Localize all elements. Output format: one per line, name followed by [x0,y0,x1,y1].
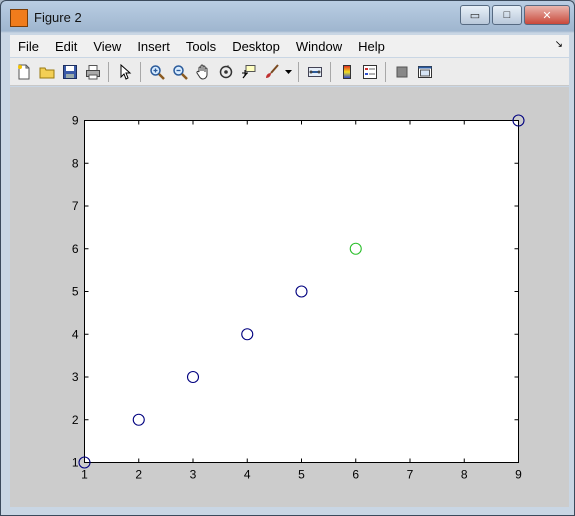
window-title: Figure 2 [34,10,82,25]
menu-window[interactable]: Window [288,39,350,54]
x-tick-label: 1 [81,468,88,482]
print-icon[interactable] [83,62,103,82]
save-icon[interactable] [60,62,80,82]
toolbar-separator [298,61,299,82]
x-tick-label: 2 [135,468,142,482]
new-figure-icon[interactable] [14,62,34,82]
toolbar-separator [330,61,331,82]
dock-arrow-icon[interactable]: ↘ [555,39,563,50]
zoom-in-icon[interactable] [147,62,167,82]
x-tick-label: 5 [298,468,305,482]
zoom-out-icon[interactable] [170,62,190,82]
menu-bar: File Edit View Insert Tools Desktop Wind… [10,35,569,57]
y-tick-label: 9 [72,114,79,128]
figure-window: Figure 2 ▭ □ ✕ File Edit View Insert Too… [0,0,575,516]
y-tick-label: 5 [72,285,79,299]
x-tick-label: 3 [190,468,197,482]
y-tick-label: 6 [72,242,79,256]
menu-insert[interactable]: Insert [129,39,178,54]
menu-desktop[interactable]: Desktop [224,39,288,54]
y-tick-label: 3 [72,370,79,384]
show-plot-tools-icon[interactable] [415,62,435,82]
y-tick-label: 2 [72,413,79,427]
close-button[interactable]: ✕ [524,5,570,25]
rotate-3d-icon[interactable] [216,62,236,82]
window-controls: ▭ □ ✕ [460,5,570,25]
menu-file[interactable]: File [10,39,47,54]
x-tick-label: 6 [352,468,359,482]
insert-colorbar-icon[interactable] [337,62,357,82]
menu-edit[interactable]: Edit [47,39,85,54]
maximize-icon: □ [503,9,511,21]
x-tick-label: 9 [515,468,522,482]
x-tick-label: 7 [407,468,414,482]
pan-hand-icon[interactable] [193,62,213,82]
insert-legend-icon[interactable] [360,62,380,82]
edit-plot-arrow-icon[interactable] [115,62,135,82]
minimize-icon: ▭ [469,9,481,22]
x-tick-label: 8 [461,468,468,482]
toolbar-separator [108,61,109,82]
link-plot-icon[interactable] [305,62,325,82]
open-file-icon[interactable] [37,62,57,82]
figure-canvas[interactable]: 1 2 3 4 5 6 7 8 9 1 2 3 4 5 6 7 8 9 [10,87,569,507]
scatter-plot[interactable]: 1 2 3 4 5 6 7 8 9 1 2 3 4 5 6 7 8 9 [10,87,569,507]
matlab-logo-icon [10,9,28,27]
figure-toolbar [10,58,569,86]
minimize-button[interactable]: ▭ [460,5,490,25]
maximize-button[interactable]: □ [492,5,522,25]
toolbar-separator [385,61,386,82]
y-tick-label: 7 [72,199,79,213]
brush-dropdown-icon[interactable] [285,62,293,82]
toolbar-separator [140,61,141,82]
menu-help[interactable]: Help [350,39,393,54]
y-tick-label: 1 [72,456,79,470]
y-tick-label: 8 [72,156,79,170]
menu-tools[interactable]: Tools [178,39,224,54]
x-tick-label: 4 [244,468,251,482]
data-cursor-icon[interactable] [239,62,259,82]
hide-plot-tools-icon[interactable] [392,62,412,82]
menu-view[interactable]: View [85,39,129,54]
y-tick-label: 4 [72,327,79,341]
brush-icon[interactable] [262,62,282,82]
close-icon: ✕ [542,9,552,22]
axes-box[interactable] [84,120,519,463]
title-bar[interactable]: Figure 2 ▭ □ ✕ [1,1,574,33]
